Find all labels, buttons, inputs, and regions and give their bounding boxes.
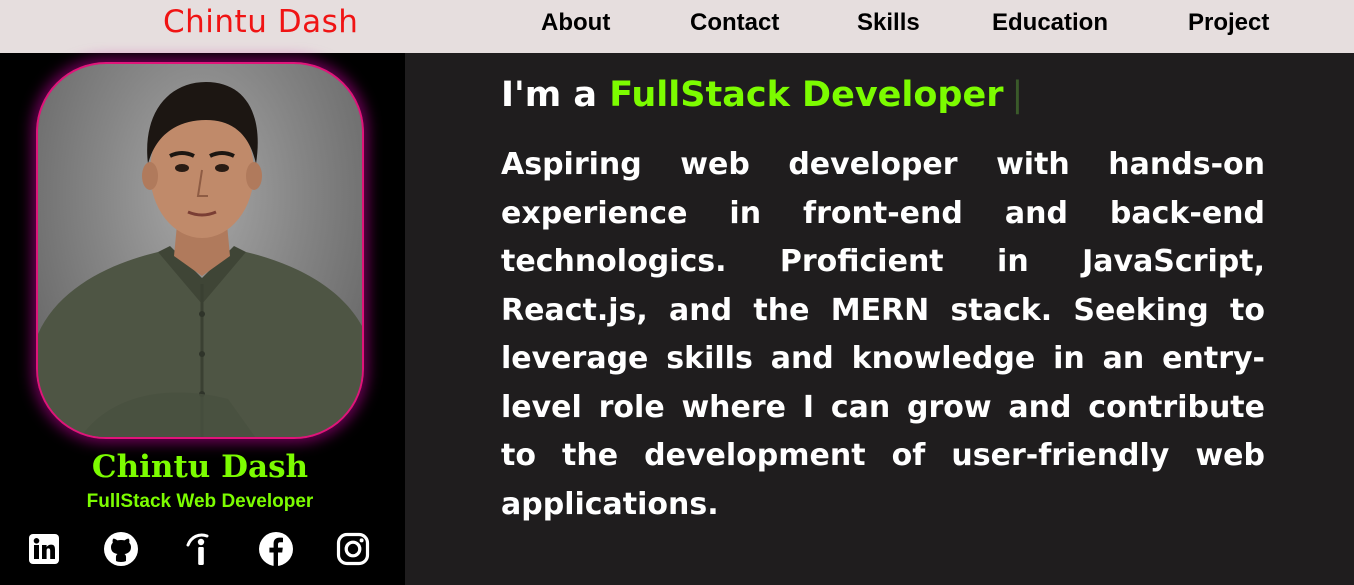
- nav-links: About Contact Skills Education Project: [0, 9, 1354, 43]
- info-icon[interactable]: [181, 531, 217, 567]
- headline-prefix: I'm a: [501, 75, 610, 115]
- profile-name: Chintu Dash: [91, 449, 309, 485]
- instagram-icon[interactable]: [335, 531, 371, 567]
- linkedin-icon[interactable]: [26, 531, 62, 567]
- main-content: I'm a FullStack Developer | Aspiring web …: [405, 53, 1354, 585]
- nav-link-education[interactable]: Education: [992, 9, 1108, 37]
- profile-photo: [36, 62, 364, 439]
- social-links: [0, 531, 405, 571]
- github-icon[interactable]: [103, 531, 139, 567]
- headline-highlight: FullStack Developer: [609, 75, 1004, 115]
- nav-link-contact[interactable]: Contact: [690, 9, 779, 37]
- nav-link-about[interactable]: About: [541, 9, 610, 37]
- nav-link-project[interactable]: Project: [1188, 9, 1269, 37]
- navbar: Chintu Dash About Contact Skills Educati…: [0, 0, 1354, 53]
- facebook-icon[interactable]: [258, 531, 294, 567]
- profile-sidebar: Chintu Dash FullStack Web Developer: [0, 53, 405, 585]
- typing-caret: |: [1011, 75, 1024, 115]
- nav-link-skills[interactable]: Skills: [857, 9, 920, 37]
- about-paragraph: Aspiring web developer with hands-on exp…: [501, 147, 1265, 522]
- headline: I'm a FullStack Developer |: [501, 75, 1023, 115]
- profile-photo-illustration: [38, 82, 362, 437]
- profile-role: FullStack Web Developer: [86, 491, 314, 512]
